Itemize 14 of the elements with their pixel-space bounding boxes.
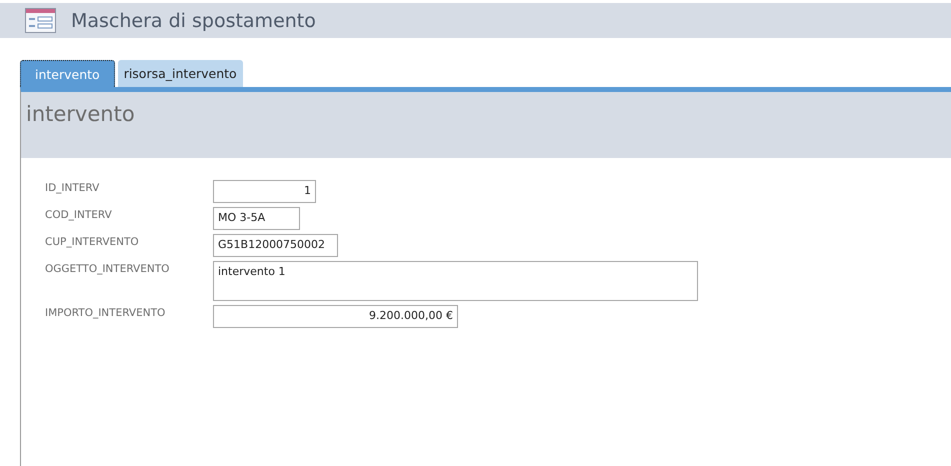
input-field[interactable]: MO 3-5A (213, 207, 300, 230)
input-field[interactable]: 9.200.000,00 € (213, 305, 458, 328)
field-label: OGGETTO_INTERVENTO (45, 262, 170, 275)
field-label: CUP_INTERVENTO (45, 235, 140, 248)
input-field[interactable]: 1 (213, 180, 316, 203)
field-label: COD_INTERV (45, 208, 113, 221)
field-label: ID_INTERV (45, 181, 100, 194)
tab[interactable]: risorsa_intervento (118, 60, 243, 87)
form-icon (25, 8, 57, 34)
input-field[interactable]: G51B12000750002 (213, 234, 338, 257)
window-title: Maschera di spostamento (71, 10, 316, 32)
section-title: intervento (26, 102, 135, 126)
field-label: IMPORTO_INTERVENTO (45, 306, 166, 319)
input-field[interactable]: intervento 1 (213, 261, 698, 301)
